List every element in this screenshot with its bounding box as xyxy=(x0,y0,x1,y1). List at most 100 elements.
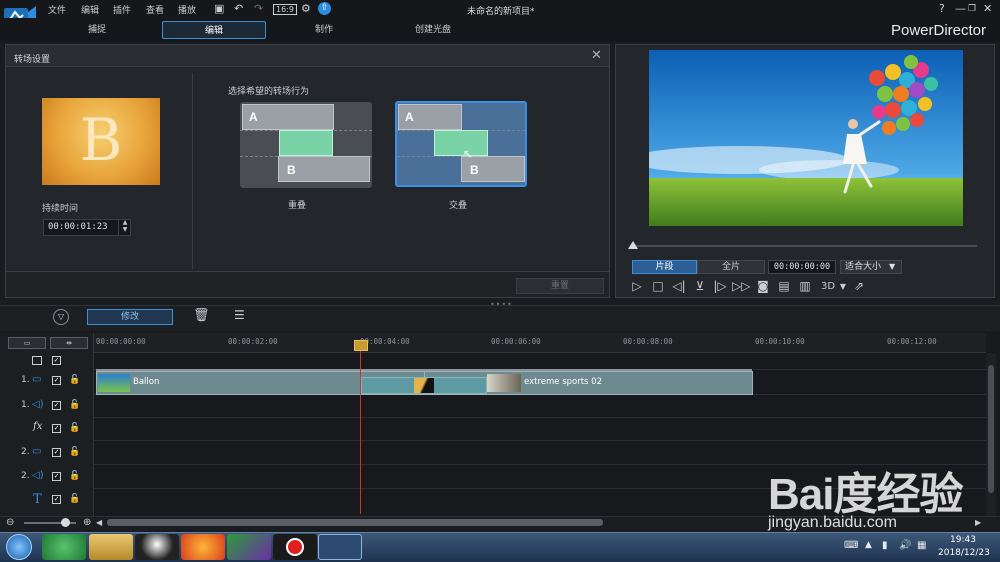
redo-icon[interactable]: ↷ xyxy=(254,2,263,15)
keyboard-icon[interactable]: ⌨ xyxy=(844,540,858,551)
menu-file[interactable]: 文件 xyxy=(48,3,66,16)
start-button[interactable] xyxy=(6,534,32,560)
transition-region[interactable] xyxy=(361,377,487,394)
track-view-icon[interactable]: ▭ xyxy=(8,337,46,349)
collapse-icon[interactable]: ▽ xyxy=(53,309,69,325)
thumbnail-letter: B xyxy=(79,106,123,174)
duration-spinner[interactable]: ▲ ▼ xyxy=(118,219,131,236)
clock-time[interactable]: 19:43 xyxy=(950,535,976,545)
track-enable-checkbox[interactable]: ✓ xyxy=(52,424,61,433)
option-cross[interactable]: A B ↖ xyxy=(395,101,527,187)
title-track-icon: T xyxy=(33,492,42,507)
cursor-icon: ↖ xyxy=(463,147,474,161)
save-icon[interactable]: ▣ xyxy=(214,2,224,15)
panel-header xyxy=(6,45,609,67)
volume-icon[interactable]: 🔊 xyxy=(899,540,911,551)
zoom-in-icon[interactable]: ⊕ xyxy=(83,517,91,528)
playhead-handle[interactable] xyxy=(354,340,368,351)
network-icon[interactable]: ▦ xyxy=(917,540,926,551)
taskbar-app-editor[interactable] xyxy=(227,534,271,560)
volume-icon[interactable]: ▥ xyxy=(797,279,813,293)
letter-a: A xyxy=(249,110,258,124)
track-enable-checkbox[interactable]: ✓ xyxy=(52,495,61,504)
split-icon[interactable]: ⊻ xyxy=(692,279,708,293)
restore-icon[interactable]: ❐ xyxy=(968,4,976,14)
scrubber-head[interactable] xyxy=(628,241,638,249)
zoom-select[interactable]: 适合大小 ▼ xyxy=(840,260,902,274)
lock-icon[interactable]: 🔓 xyxy=(69,400,80,410)
taskbar-app-qq[interactable] xyxy=(135,534,179,560)
vertical-scrollbar[interactable] xyxy=(986,353,996,516)
reset-button[interactable]: 重置 xyxy=(516,278,604,294)
trash-icon[interactable]: 🗑 xyxy=(193,308,210,323)
menu-plugins[interactable]: 插件 xyxy=(113,3,131,16)
clip-mode-button[interactable]: 片段 xyxy=(632,260,697,274)
lock-icon[interactable]: 🔓 xyxy=(69,423,80,433)
minimize-icon[interactable]: — xyxy=(955,2,966,15)
tab-produce[interactable]: 制作 xyxy=(272,21,376,39)
clip-properties-icon[interactable]: ☰ xyxy=(234,308,245,322)
lock-icon[interactable]: 🔓 xyxy=(69,494,80,504)
upgrade-icon[interactable]: ⇧ xyxy=(318,2,331,15)
fast-forward-icon[interactable]: ▷▷ xyxy=(732,279,750,293)
lock-icon[interactable]: 🔓 xyxy=(69,471,80,481)
scroll-right-icon[interactable]: ▶ xyxy=(975,518,981,527)
tick-label: 00:00:10:00 xyxy=(755,337,805,346)
fit-timeline-icon[interactable]: ⇹ xyxy=(50,337,88,349)
previous-frame-icon[interactable]: ◁| xyxy=(671,279,687,293)
track-enable-checkbox[interactable]: ✓ xyxy=(52,376,61,385)
track-enable-checkbox[interactable]: ✓ xyxy=(52,472,61,481)
preview-timecode[interactable]: 00:00:00:00 xyxy=(768,260,836,274)
menu-edit[interactable]: 编辑 xyxy=(81,3,99,16)
zoom-out-icon[interactable]: ⊖ xyxy=(6,517,14,528)
tab-edit[interactable]: 编辑 xyxy=(162,21,266,39)
preview-scrubber[interactable] xyxy=(632,245,977,247)
horizontal-scroll-thumb[interactable] xyxy=(107,519,603,526)
tray-expand-icon[interactable]: ▲ xyxy=(865,540,872,550)
snapshot-icon[interactable]: ◙ xyxy=(755,279,771,293)
taskbar-app-360[interactable] xyxy=(42,534,86,560)
behavior-label: 选择希望的转场行为 xyxy=(228,87,310,97)
menu-play[interactable]: 播放 xyxy=(178,3,196,16)
close-icon[interactable]: ✕ xyxy=(591,48,602,63)
video-track-icon: ▭ xyxy=(32,374,42,385)
transition-icon xyxy=(414,378,434,393)
undock-icon[interactable]: ⇗ xyxy=(851,279,867,293)
settings-gear-icon[interactable]: ⚙ xyxy=(301,2,311,15)
track-number: 1. xyxy=(21,375,30,385)
modify-button[interactable]: 修改 xyxy=(87,309,173,325)
tray-app-icon[interactable]: ▮ xyxy=(882,540,888,551)
option-overlap[interactable]: A B xyxy=(240,102,372,188)
menu-view[interactable]: 查看 xyxy=(146,3,164,16)
tab-create-disc[interactable]: 创建光盘 xyxy=(381,21,485,39)
aspect-ratio-icon[interactable]: 16:9 xyxy=(273,4,297,15)
play-icon[interactable]: ▷ xyxy=(629,279,645,293)
movie-mode-button[interactable]: 全片 xyxy=(697,260,765,274)
tick-label: 00:00:08:00 xyxy=(623,337,673,346)
scroll-thumb[interactable] xyxy=(988,365,994,493)
help-icon[interactable]: ? xyxy=(939,2,945,15)
zoom-slider-knob[interactable] xyxy=(61,518,70,527)
tab-capture[interactable]: 捕捉 xyxy=(45,21,149,39)
tick-label: 00:00:12:00 xyxy=(887,337,937,346)
track-enable-checkbox[interactable]: ✓ xyxy=(52,448,61,457)
track-enable-checkbox[interactable]: ✓ xyxy=(52,401,61,410)
lock-icon[interactable]: 🔓 xyxy=(69,375,80,385)
lock-icon[interactable]: 🔓 xyxy=(69,447,80,457)
option-overlap-label: 重叠 xyxy=(288,201,307,211)
all-tracks-box[interactable] xyxy=(32,356,42,365)
taskbar-app-explorer[interactable] xyxy=(89,534,133,560)
taskbar-app-firefox[interactable] xyxy=(181,534,225,560)
taskbar-app-powerdirector[interactable] xyxy=(318,534,362,560)
clock-date[interactable]: 2018/12/23 xyxy=(938,548,990,558)
track-number: 2. xyxy=(21,471,30,481)
close-window-icon[interactable]: ✕ xyxy=(983,2,992,15)
subtitle-icon[interactable]: ▤ xyxy=(776,279,792,293)
undo-icon[interactable]: ↶ xyxy=(234,2,243,15)
all-tracks-checkbox[interactable]: ✓ xyxy=(52,356,61,365)
next-frame-icon[interactable]: |▷ xyxy=(712,279,728,293)
scroll-left-icon[interactable]: ◀ xyxy=(96,518,102,527)
3d-dropdown-icon[interactable]: ▼ xyxy=(835,282,851,291)
taskbar-app-recorder[interactable] xyxy=(273,534,317,560)
stop-icon[interactable]: □ xyxy=(650,279,666,293)
